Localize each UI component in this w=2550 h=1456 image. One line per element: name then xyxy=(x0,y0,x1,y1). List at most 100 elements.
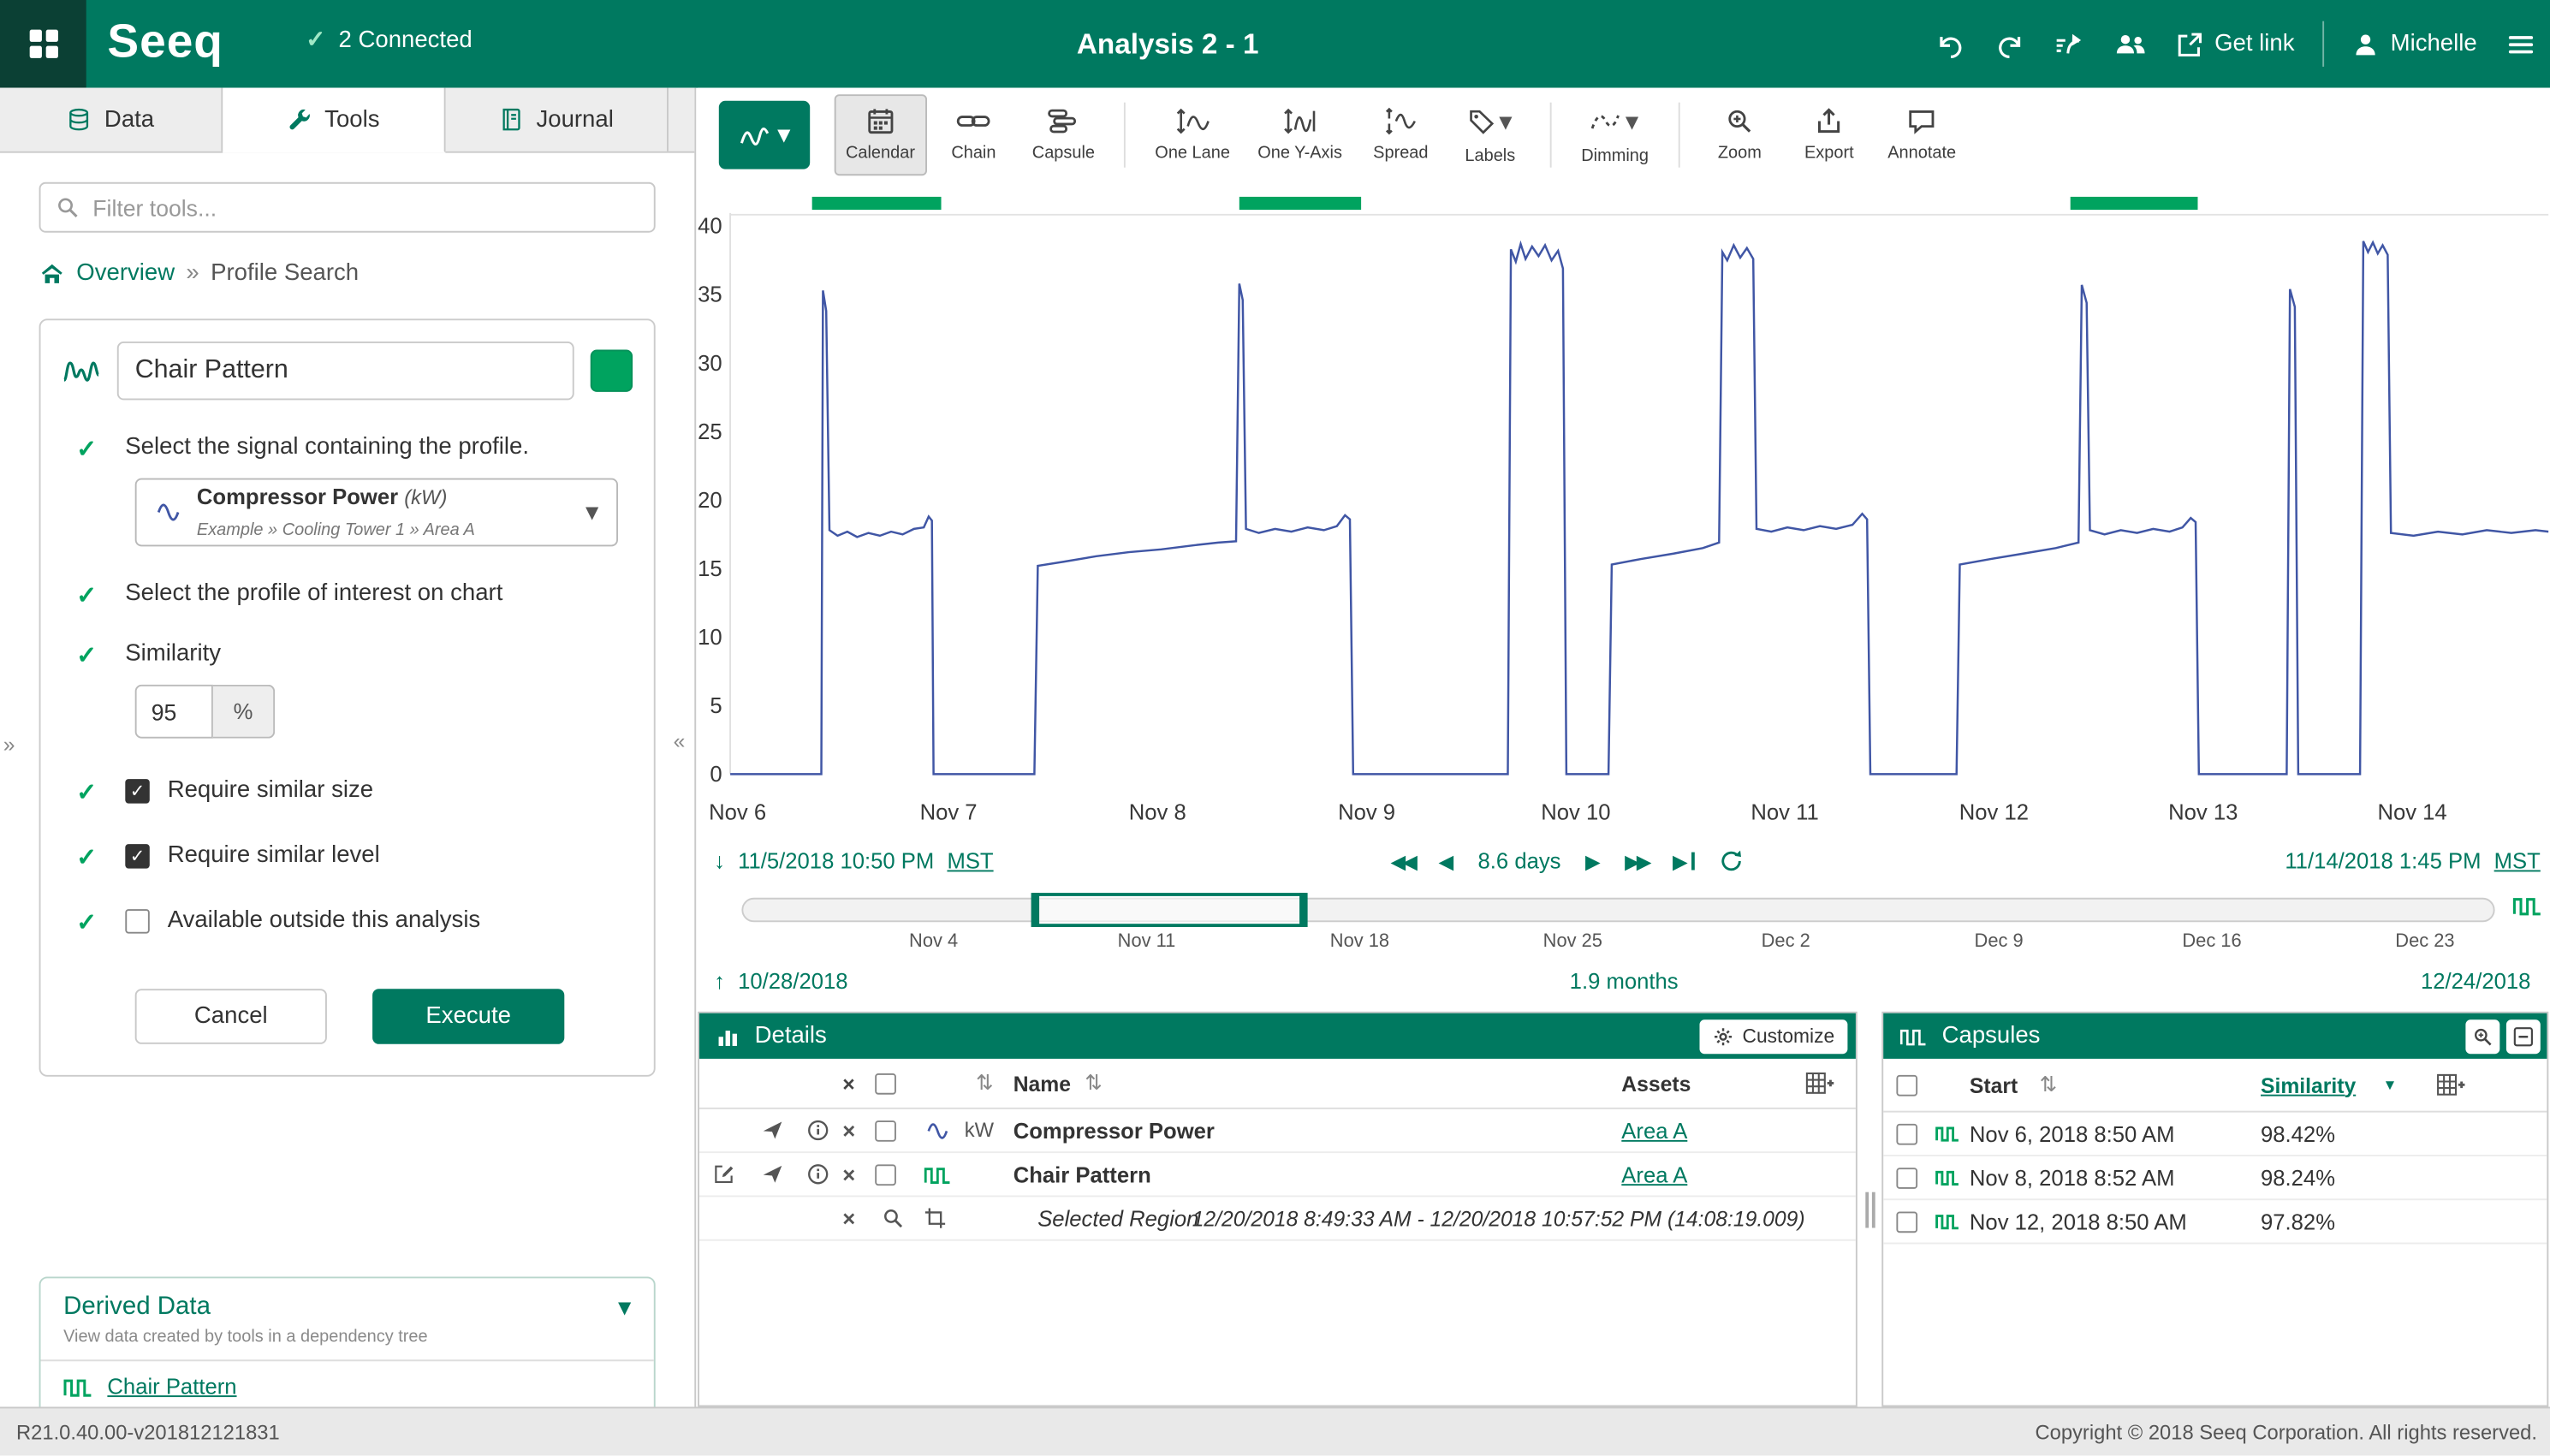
timebar-track[interactable] xyxy=(741,898,2494,923)
undo-button[interactable] xyxy=(1935,30,1965,57)
users-button[interactable] xyxy=(2112,30,2148,57)
assets-header[interactable]: Assets xyxy=(1621,1059,1691,1108)
remove-icon[interactable] xyxy=(842,1109,855,1151)
zoom-to-region-icon[interactable] xyxy=(882,1197,905,1239)
toolbar-zoom-button[interactable]: Zoom xyxy=(1697,94,1782,175)
edit-icon[interactable] xyxy=(712,1153,735,1195)
similarity-input[interactable] xyxy=(135,685,213,739)
toolbar-labels-button[interactable]: Labels xyxy=(1447,94,1532,175)
item-name[interactable]: Compressor Power xyxy=(1013,1109,1215,1151)
row-checkbox[interactable] xyxy=(1896,1113,1917,1155)
display-type-button[interactable] xyxy=(719,101,810,169)
timebar-capsule-icon[interactable] xyxy=(2513,894,2542,918)
remove-all-icon[interactable] xyxy=(842,1059,854,1108)
toolbar-chain-button[interactable]: Chain xyxy=(931,94,1016,175)
filter-tools-input[interactable] xyxy=(92,194,639,220)
cancel-button[interactable]: Cancel xyxy=(135,989,327,1044)
crop-icon[interactable] xyxy=(924,1197,947,1239)
derived-data-header[interactable]: Derived Data xyxy=(41,1278,654,1323)
info-icon[interactable] xyxy=(806,1109,829,1151)
step-back-half-button[interactable] xyxy=(1438,849,1453,874)
investigate-duration[interactable]: 1.9 months xyxy=(698,969,2550,994)
available-outside-checkbox[interactable] xyxy=(125,908,150,933)
tab-data[interactable]: Data xyxy=(0,88,223,152)
remove-icon[interactable] xyxy=(842,1197,855,1239)
details-row-selected-region[interactable]: Selected Region 12/20/2018 8:49:33 AM - … xyxy=(699,1197,1856,1240)
selection-right-handle[interactable] xyxy=(1299,893,1308,927)
item-name[interactable]: Chair Pattern xyxy=(1013,1153,1151,1195)
timebar-selection[interactable] xyxy=(1033,893,1306,927)
get-link-button[interactable]: Get link xyxy=(2176,30,2295,57)
pin-icon[interactable] xyxy=(761,1109,784,1151)
tab-journal[interactable]: Journal xyxy=(446,88,669,152)
zoom-to-capsule-button[interactable] xyxy=(2465,1019,2499,1053)
step-to-end-button[interactable] xyxy=(1673,849,1694,874)
range-end-date[interactable]: 11/14/2018 1:45 PM xyxy=(2285,849,2481,874)
select-all-checkbox[interactable] xyxy=(875,1059,896,1108)
refresh-button[interactable] xyxy=(1719,849,1744,874)
toolbar-export-button[interactable]: Export xyxy=(1786,94,1871,175)
capsule-row[interactable]: Nov 6, 2018 8:50 AM 98.42% xyxy=(1883,1113,2547,1156)
details-row-signal[interactable]: kW Compressor Power Area A xyxy=(699,1109,1856,1153)
color-swatch-button[interactable] xyxy=(591,350,633,392)
asset-link[interactable]: Area A xyxy=(1621,1153,1687,1195)
pattern-name-input[interactable] xyxy=(117,342,574,400)
derived-item-link[interactable]: Chair Pattern xyxy=(107,1375,236,1400)
add-column-icon[interactable] xyxy=(1805,1059,1834,1108)
toolbar-one-lane-button[interactable]: One Lane xyxy=(1144,94,1241,175)
seeq-logo[interactable]: Seeq xyxy=(107,16,223,70)
similar-size-checkbox[interactable] xyxy=(125,778,150,803)
add-column-icon[interactable] xyxy=(2436,1059,2465,1111)
similarity-header[interactable]: Similarity xyxy=(2261,1059,2356,1111)
toolbar-spread-button[interactable]: Spread xyxy=(1358,94,1443,175)
tab-tools[interactable]: Tools xyxy=(223,88,445,153)
select-all-checkbox[interactable] xyxy=(1896,1059,1917,1111)
range-start-date[interactable]: 11/5/2018 10:50 PM xyxy=(738,849,934,874)
step-forward-full-button[interactable] xyxy=(1625,849,1648,874)
expand-panel-handle[interactable] xyxy=(3,732,15,757)
panel-resize-handle[interactable] xyxy=(1864,1192,1874,1227)
toolbar-dimming-button[interactable]: Dimming xyxy=(1570,94,1660,175)
capsule-row[interactable]: Nov 12, 2018 8:50 AM 97.82% xyxy=(1883,1200,2547,1244)
toolbar-capsule-button[interactable]: Capsule xyxy=(1020,94,1106,175)
row-checkbox[interactable] xyxy=(1896,1156,1917,1198)
signal-select-dropdown[interactable]: Compressor Power (kW) Example » Cooling … xyxy=(135,478,618,547)
start-header[interactable]: Start xyxy=(1970,1059,2018,1111)
remove-icon[interactable] xyxy=(842,1153,855,1195)
customize-button[interactable]: Customize xyxy=(1700,1019,1847,1053)
main-menu-button[interactable] xyxy=(2505,30,2537,57)
timezone-link[interactable]: MST xyxy=(2494,849,2541,874)
execute-button[interactable]: Execute xyxy=(372,989,564,1044)
pin-icon[interactable] xyxy=(761,1153,784,1195)
breadcrumb-overview-link[interactable]: Overview xyxy=(76,260,175,286)
asset-link[interactable]: Area A xyxy=(1621,1109,1687,1151)
collapse-panel-button[interactable] xyxy=(2506,1019,2541,1053)
connection-status[interactable]: 2 Connected xyxy=(306,27,473,53)
sort-icon[interactable] xyxy=(976,1059,994,1108)
step-forward-half-button[interactable] xyxy=(1585,849,1601,874)
toolbar-calendar-button[interactable]: Calendar xyxy=(835,94,927,175)
trend-chart[interactable]: 0510152025303540Nov 6Nov 7Nov 8Nov 9Nov … xyxy=(698,182,2548,840)
info-icon[interactable] xyxy=(806,1153,829,1195)
row-checkbox[interactable] xyxy=(875,1109,896,1151)
step-back-full-button[interactable] xyxy=(1391,849,1414,874)
capsule-row[interactable]: Nov 8, 2018 8:52 AM 98.24% xyxy=(1883,1156,2547,1200)
present-button[interactable] xyxy=(2052,30,2084,57)
row-checkbox[interactable] xyxy=(875,1153,896,1195)
sort-icon[interactable] xyxy=(1085,1059,1103,1108)
redo-button[interactable] xyxy=(1994,30,2024,57)
user-menu[interactable]: Michelle xyxy=(2351,30,2477,57)
name-header[interactable]: Name xyxy=(1013,1059,1071,1108)
row-checkbox[interactable] xyxy=(1896,1200,1917,1242)
timezone-link[interactable]: MST xyxy=(947,849,993,874)
toolbar-one-y-axis-button[interactable]: One Y-Axis xyxy=(1246,94,1353,175)
similar-level-checkbox[interactable] xyxy=(125,843,150,868)
home-icon[interactable] xyxy=(39,261,65,286)
sort-icon[interactable] xyxy=(2040,1059,2058,1111)
investigate-end-date[interactable]: 12/24/2018 xyxy=(2421,969,2530,994)
toolbar-annotate-button[interactable]: Annotate xyxy=(1876,94,1967,175)
collapse-sidebar-handle[interactable] xyxy=(674,728,686,753)
range-duration[interactable]: 8.6 days xyxy=(1478,849,1561,874)
apps-menu-button[interactable] xyxy=(0,0,86,88)
selection-left-handle[interactable] xyxy=(1031,893,1040,927)
